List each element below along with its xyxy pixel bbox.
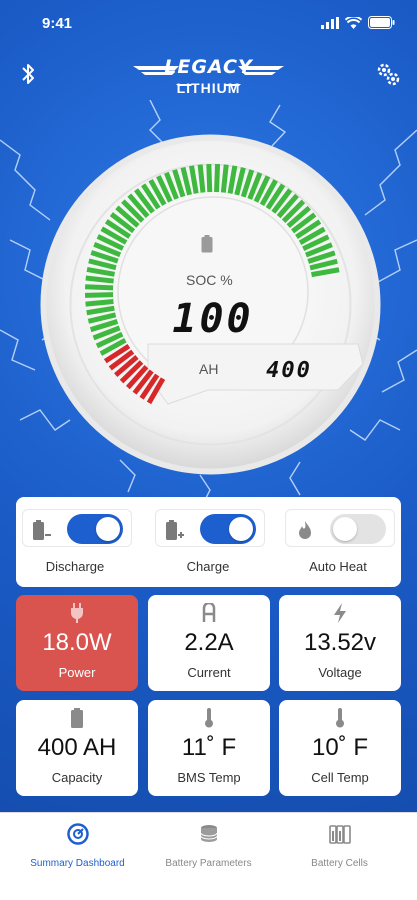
power-value: 18.0W xyxy=(42,629,112,656)
voltage-value: 13.52v xyxy=(303,629,377,656)
dashboard-icon xyxy=(67,823,89,845)
gauge-tick xyxy=(206,163,213,193)
soc-label: SOC % xyxy=(186,272,233,288)
ah-value: 400 xyxy=(266,358,312,383)
status-time: 9:41 xyxy=(42,15,73,32)
nav-battery-cells[interactable]: Battery Cells xyxy=(270,821,409,891)
cell-temp-tile[interactable]: 10˚ F Cell Temp xyxy=(279,700,401,796)
settings-gear-icon[interactable] xyxy=(375,61,401,87)
voltage-label: Voltage xyxy=(318,665,362,680)
charge-toggle-row xyxy=(155,509,265,547)
gauge-tick xyxy=(85,275,114,284)
ampere-icon xyxy=(202,603,216,622)
gauge-tick xyxy=(85,298,114,307)
nav-label-cells: Battery Cells xyxy=(311,858,368,869)
cells-icon xyxy=(329,825,351,844)
capacity-value: 400 AH xyxy=(37,734,117,761)
thermometer-icon xyxy=(336,708,344,728)
plug-icon xyxy=(71,603,83,623)
charge-control: Charge xyxy=(149,509,267,579)
switch-knob xyxy=(229,517,253,541)
auto-heat-toggle-row xyxy=(285,509,395,547)
power-label: Power xyxy=(58,665,96,680)
nav-summary-dashboard[interactable]: Summary Dashboard xyxy=(8,821,147,891)
auto-heat-switch[interactable] xyxy=(330,514,386,544)
parameters-icon xyxy=(200,825,218,842)
battery-minus-icon xyxy=(33,520,51,540)
ah-label: AH xyxy=(199,361,219,377)
switch-knob xyxy=(96,517,120,541)
status-icons xyxy=(321,16,395,29)
nav-label-summary: Summary Dashboard xyxy=(30,858,125,869)
voltage-tile[interactable]: 13.52v Voltage xyxy=(279,595,401,691)
brand-logo: LEGACY LITHIUM xyxy=(131,56,286,102)
bms-temp-tile[interactable]: 11˚ F BMS Temp xyxy=(148,700,270,796)
gauge-tick xyxy=(214,163,221,193)
switch-knob xyxy=(333,517,357,541)
bluetooth-icon[interactable] xyxy=(18,61,38,87)
brand-name: LEGACY xyxy=(164,56,253,78)
wifi-icon xyxy=(345,16,362,29)
capacity-label: Capacity xyxy=(51,770,103,785)
gauge-tick xyxy=(220,164,229,193)
auto-heat-control: Auto Heat xyxy=(279,509,397,579)
auto-heat-label: Auto Heat xyxy=(309,559,367,574)
charge-label: Charge xyxy=(186,559,230,574)
flame-icon xyxy=(299,521,311,539)
bms-temp-label: BMS Temp xyxy=(177,770,241,785)
discharge-label: Discharge xyxy=(45,559,105,574)
bolt-icon xyxy=(334,603,346,623)
discharge-switch[interactable] xyxy=(67,514,123,544)
status-bar: 9:41 xyxy=(0,0,417,48)
discharge-control: Discharge xyxy=(16,509,134,579)
app-screen: 9:41 LEGACY LITHIUM SOC % 100 AH 400 Dis… xyxy=(0,0,417,900)
current-value: 2.2A xyxy=(184,629,234,656)
signal-icon xyxy=(321,16,339,29)
discharge-toggle-row xyxy=(22,509,132,547)
cell-temp-value: 10˚ F xyxy=(311,734,368,761)
brand-subtitle: LITHIUM xyxy=(176,80,241,96)
battery-plus-icon xyxy=(166,520,184,540)
bottom-navigation: Summary Dashboard Battery Parameters Bat… xyxy=(0,812,417,900)
gauge-tick xyxy=(197,164,206,193)
soc-gauge: SOC % 100 AH 400 xyxy=(38,132,383,477)
gauge-tick xyxy=(85,284,114,291)
app-header: LEGACY LITHIUM xyxy=(0,48,417,108)
battery-icon xyxy=(71,708,83,728)
thermometer-icon xyxy=(205,708,213,728)
controls-card: Discharge Charge Auto Heat xyxy=(16,497,401,587)
battery-status-icon xyxy=(368,16,395,29)
cell-temp-label: Cell Temp xyxy=(311,770,369,785)
bms-temp-value: 11˚ F xyxy=(181,734,237,761)
charge-switch[interactable] xyxy=(200,514,256,544)
current-tile[interactable]: 2.2A Current xyxy=(148,595,270,691)
battery-indicator-icon xyxy=(201,235,213,253)
power-tile[interactable]: 18.0W Power xyxy=(16,595,138,691)
capacity-tile[interactable]: 400 AH Capacity xyxy=(16,700,138,796)
current-label: Current xyxy=(187,665,231,680)
nav-label-parameters: Battery Parameters xyxy=(165,858,252,869)
nav-battery-parameters[interactable]: Battery Parameters xyxy=(139,821,278,891)
gauge-tick xyxy=(84,292,114,298)
soc-value: 100 xyxy=(172,296,254,342)
